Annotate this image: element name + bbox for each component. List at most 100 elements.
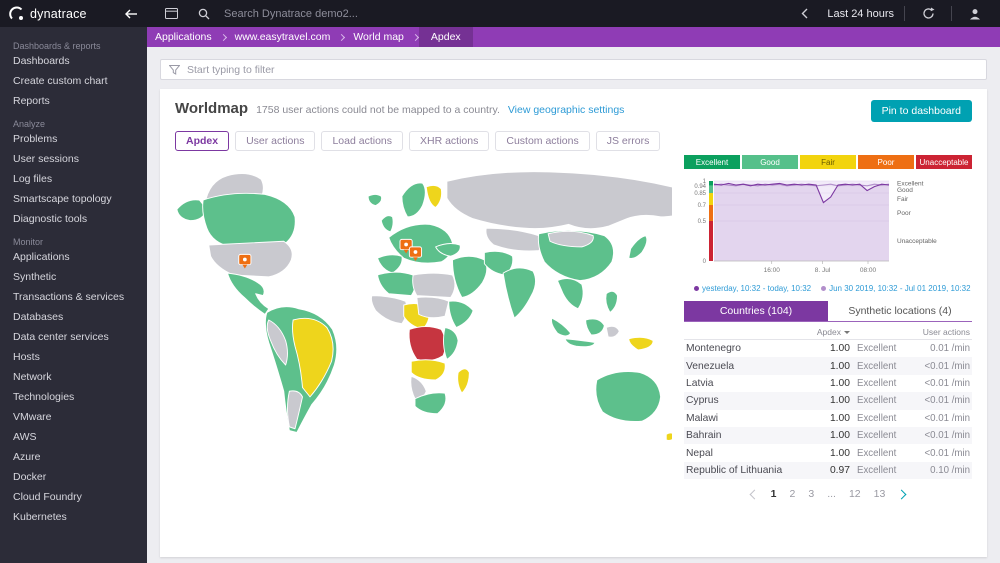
sidebar-item-smartscape-topology[interactable]: Smartscape topology (0, 189, 147, 209)
page-13[interactable]: 13 (874, 488, 886, 500)
region-north-america[interactable] (177, 174, 295, 315)
sidebar-section-title: Dashboards & reports (0, 33, 147, 51)
breadcrumb-apdex[interactable]: Apdex (419, 27, 473, 47)
breadcrumb-applications[interactable]: Applications (147, 27, 220, 47)
filter-bar (160, 59, 987, 80)
pin-to-dashboard-button[interactable]: Pin to dashboard (871, 100, 972, 122)
sidebar-item-reports[interactable]: Reports (0, 91, 147, 111)
chart-legend-today[interactable]: yesterday, 10:32 - today, 10:32 (694, 284, 811, 293)
refresh-button[interactable] (915, 0, 941, 27)
legend-unacceptable: Unacceptable (916, 155, 972, 169)
tab-xhr-actions[interactable]: XHR actions (409, 131, 489, 151)
table-row[interactable]: Malawi 1.00 Excellent <0.01 /min (684, 410, 972, 427)
sidebar-item-diagnostic-tools[interactable]: Diagnostic tools (0, 209, 147, 229)
sidebar-item-log-files[interactable]: Log files (0, 169, 147, 189)
geographic-settings-link[interactable]: View geographic settings (508, 104, 625, 116)
table-row[interactable]: Montenegro 1.00 Excellent 0.01 /min (684, 340, 972, 357)
filter-input[interactable] (187, 64, 978, 76)
breadcrumb-application[interactable]: www.easytravel.com (227, 27, 339, 47)
search-button[interactable] (191, 0, 217, 27)
sidebar-item-kubernetes[interactable]: Kubernetes (0, 507, 147, 527)
user-menu-button[interactable] (962, 0, 988, 27)
filter-funnel-icon (169, 65, 180, 75)
region-asia[interactable] (436, 172, 672, 347)
tab-js-errors[interactable]: JS errors (596, 131, 661, 151)
tab-user-actions[interactable]: User actions (235, 131, 315, 151)
svg-text:16:00: 16:00 (764, 267, 781, 274)
world-map[interactable] (175, 155, 672, 545)
sidebar-item-problems[interactable]: Problems (0, 129, 147, 149)
prev-page-button[interactable] (749, 489, 759, 499)
chevron-right-icon (338, 33, 345, 40)
sidebar-item-network[interactable]: Network (0, 367, 147, 387)
next-page-button[interactable] (897, 489, 907, 499)
refresh-icon (922, 7, 935, 20)
svg-text:0.85: 0.85 (694, 191, 706, 197)
table-header: Apdex User actions (684, 324, 972, 340)
page-12[interactable]: 12 (849, 488, 861, 500)
table-row[interactable]: Nepal 1.00 Excellent <0.01 /min (684, 444, 972, 461)
svg-text:Unacceptable: Unacceptable (897, 238, 937, 245)
table-row[interactable]: Cyprus 1.00 Excellent <0.01 /min (684, 392, 972, 409)
search-icon (198, 8, 210, 20)
table-row[interactable]: Latvia 1.00 Excellent <0.01 /min (684, 375, 972, 392)
column-header-user-actions[interactable]: User actions (850, 327, 972, 337)
sidebar-item-aws[interactable]: AWS (0, 427, 147, 447)
apps-grid-button[interactable] (158, 0, 184, 27)
svg-text:8. Jul: 8. Jul (815, 267, 831, 274)
svg-text:0.94: 0.94 (694, 184, 706, 190)
timeframe-back-button[interactable] (791, 0, 817, 27)
page-ellipsis: ... (827, 488, 836, 500)
worldmap-card: Worldmap 1758 user actions could not be … (160, 89, 987, 557)
arrow-left-icon (124, 9, 138, 19)
sidebar-item-user-sessions[interactable]: User sessions (0, 149, 147, 169)
region-europe[interactable] (368, 183, 452, 273)
divider (951, 6, 952, 21)
sidebar-item-hosts[interactable]: Hosts (0, 347, 147, 367)
breadcrumb-world-map[interactable]: World map (345, 27, 412, 47)
top-bar: dynatrace (0, 0, 1000, 27)
search-input[interactable] (224, 8, 524, 20)
sidebar-item-docker[interactable]: Docker (0, 467, 147, 487)
sidebar-item-databases[interactable]: Databases (0, 307, 147, 327)
world-map-svg (175, 155, 672, 530)
column-header-apdex[interactable]: Apdex (812, 327, 850, 337)
sidebar-item-azure[interactable]: Azure (0, 447, 147, 467)
sidebar-collapse-button[interactable] (118, 0, 144, 27)
chevron-right-icon (412, 33, 419, 40)
sidebar-item-create-custom-chart[interactable]: Create custom chart (0, 71, 147, 91)
tab-custom-actions[interactable]: Custom actions (495, 131, 589, 151)
table-row[interactable]: Republic of Lithuania 0.97 Excellent 0.1… (684, 462, 972, 479)
chart-legend-yesterday[interactable]: Jun 30 2019, 10:32 - Jul 01 2019, 10:32 (821, 284, 970, 293)
sidebar-item-data-center-services[interactable]: Data center services (0, 327, 147, 347)
sidebar-item-transactions-services[interactable]: Transactions & services (0, 287, 147, 307)
tab-countries[interactable]: Countries (104) (684, 301, 828, 321)
page-1[interactable]: 1 (771, 488, 777, 500)
sidebar-item-synthetic[interactable]: Synthetic (0, 267, 147, 287)
legend-poor: Poor (858, 155, 914, 169)
sidebar-item-dashboards[interactable]: Dashboards (0, 51, 147, 71)
region-africa[interactable] (371, 272, 473, 414)
table-row[interactable]: Bahrain 1.00 Excellent <0.01 /min (684, 427, 972, 444)
table-row[interactable]: Venezuela 1.00 Excellent <0.01 /min (684, 357, 972, 374)
sidebar-item-vmware[interactable]: VMware (0, 407, 147, 427)
region-south-america[interactable] (265, 307, 336, 433)
region-oceania[interactable] (596, 337, 672, 440)
user-icon (969, 8, 981, 20)
chevron-left-icon (801, 8, 808, 19)
side-panel: Excellent Good Fair Poor Unacceptable 10… (684, 155, 972, 545)
topbar-search (158, 0, 791, 27)
sidebar-item-technologies[interactable]: Technologies (0, 387, 147, 407)
tab-apdex[interactable]: Apdex (175, 131, 229, 151)
tab-load-actions[interactable]: Load actions (321, 131, 403, 151)
apdex-trend-chart-svg: 10.940.850.70.5016:008. Jul08:00Excellen… (684, 175, 972, 277)
divider (904, 6, 905, 21)
sidebar-item-cloud-foundry[interactable]: Cloud Foundry (0, 487, 147, 507)
card-header: Worldmap 1758 user actions could not be … (175, 100, 972, 122)
page-2[interactable]: 2 (790, 488, 796, 500)
time-range-selector[interactable]: Last 24 hours (827, 8, 894, 20)
tab-synthetic-locations[interactable]: Synthetic locations (4) (828, 301, 972, 321)
page-3[interactable]: 3 (808, 488, 814, 500)
pagination: 1 2 3 ... 12 13 (684, 488, 972, 500)
sidebar-item-applications[interactable]: Applications (0, 247, 147, 267)
